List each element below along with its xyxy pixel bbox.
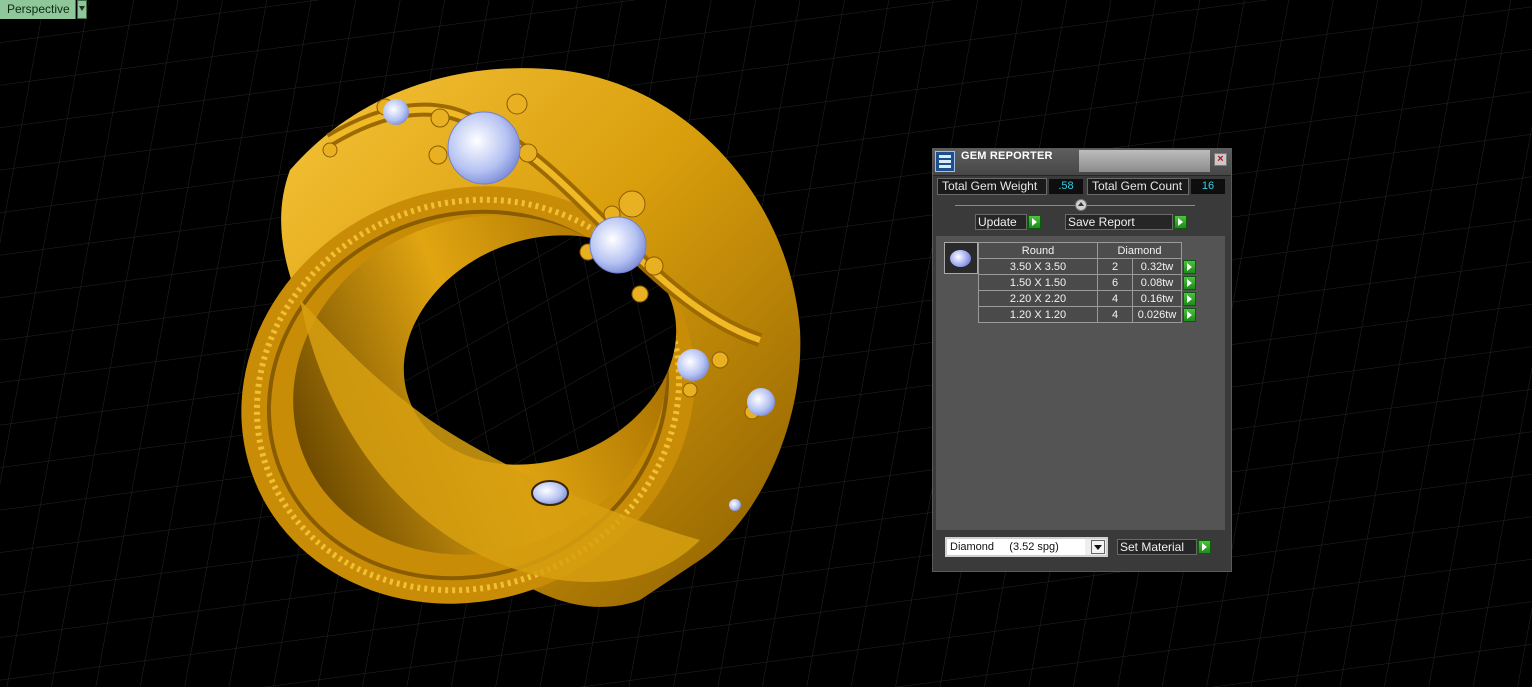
gem-table: Round Diamond 3.50 X 3.50 2 0.32tw 1.50 … bbox=[978, 242, 1199, 323]
row-go-icon[interactable] bbox=[1183, 307, 1196, 322]
gem-icon[interactable] bbox=[944, 242, 978, 274]
material-select[interactable]: Diamond (3.52 spg) bbox=[945, 537, 1108, 557]
update-button[interactable]: Update bbox=[975, 214, 1027, 230]
set-material-go-icon[interactable] bbox=[1198, 540, 1211, 554]
update-go-icon[interactable] bbox=[1028, 215, 1041, 229]
gem-list-area: Round Diamond 3.50 X 3.50 2 0.32tw 1.50 … bbox=[935, 235, 1226, 531]
set-material-button[interactable]: Set Material bbox=[1117, 539, 1197, 555]
table-row: 3.50 X 3.50 2 0.32tw bbox=[978, 258, 1199, 275]
total-gem-count-value: 16 bbox=[1191, 179, 1225, 194]
total-gem-weight-label: Total Gem Weight bbox=[937, 178, 1047, 195]
row-go-icon[interactable] bbox=[1183, 259, 1196, 274]
collapse-toggle-icon[interactable] bbox=[1075, 199, 1087, 211]
3d-viewport[interactable] bbox=[0, 0, 1532, 687]
total-gem-count-label: Total Gem Count bbox=[1087, 178, 1189, 195]
gem-size: 3.50 X 3.50 bbox=[978, 258, 1098, 275]
gem-size: 1.50 X 1.50 bbox=[978, 274, 1098, 291]
table-row: 1.50 X 1.50 6 0.08tw bbox=[978, 274, 1199, 291]
gem-size: 2.20 X 2.20 bbox=[978, 290, 1098, 307]
close-icon[interactable]: × bbox=[1214, 153, 1227, 166]
table-header-shape: Round bbox=[978, 242, 1098, 259]
gem-size: 1.20 X 1.20 bbox=[978, 306, 1098, 323]
save-report-button[interactable]: Save Report bbox=[1065, 214, 1173, 230]
table-row: 1.20 X 1.20 4 0.026tw bbox=[978, 306, 1199, 323]
total-gem-weight-value: .58 bbox=[1049, 179, 1083, 194]
row-go-icon[interactable] bbox=[1183, 275, 1196, 290]
viewport-label[interactable]: Perspective bbox=[0, 0, 76, 19]
chevron-down-icon[interactable] bbox=[1091, 540, 1105, 554]
gem-reporter-icon bbox=[935, 151, 955, 172]
row-go-icon[interactable] bbox=[1183, 291, 1196, 306]
gem-count: 4 bbox=[1097, 306, 1133, 323]
gem-reporter-panel: GEM REPORTER × Total Gem Weight .58 Tota… bbox=[932, 148, 1232, 572]
panel-title: GEM REPORTER bbox=[961, 150, 1053, 162]
save-report-go-icon[interactable] bbox=[1174, 215, 1187, 229]
gem-count: 4 bbox=[1097, 290, 1133, 307]
viewport-dropdown-icon[interactable] bbox=[77, 0, 87, 19]
material-select-value: Diamond (3.52 spg) bbox=[947, 539, 1085, 555]
gem-weight: 0.08tw bbox=[1132, 274, 1182, 291]
gem-weight: 0.16tw bbox=[1132, 290, 1182, 307]
gem-count: 6 bbox=[1097, 274, 1133, 291]
table-row: 2.20 X 2.20 4 0.16tw bbox=[978, 290, 1199, 307]
gem-weight: 0.026tw bbox=[1132, 306, 1182, 323]
gem-count: 2 bbox=[1097, 258, 1133, 275]
panel-titlebar[interactable]: GEM REPORTER × bbox=[933, 149, 1231, 176]
gem-weight: 0.32tw bbox=[1132, 258, 1182, 275]
titlebar-drag-area[interactable] bbox=[1079, 150, 1210, 172]
table-header-material: Diamond bbox=[1097, 242, 1182, 259]
